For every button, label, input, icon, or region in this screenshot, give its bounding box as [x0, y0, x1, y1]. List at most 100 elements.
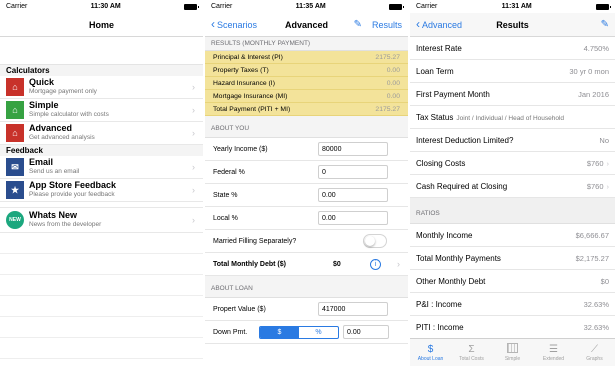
- local-input[interactable]: [318, 211, 388, 225]
- chevron-right-icon: ›: [192, 82, 195, 92]
- back-button[interactable]: ‹ Advanced: [416, 17, 462, 31]
- loan-term-row: Loan Term 30 yr 0 mon: [410, 60, 615, 83]
- about-loan-header: ABOUT LOAN: [205, 276, 408, 298]
- menu-item-quick[interactable]: ⌂ Quick Mortgage payment only ›: [0, 76, 203, 99]
- about-you-header: ABOUT YOU: [205, 116, 408, 138]
- interest-rate-row: Interest Rate 4.750%: [410, 37, 615, 60]
- nav-bar: Home: [0, 13, 203, 37]
- down-payment-unit-segment: $ %: [259, 325, 339, 339]
- menu-item-whats-new[interactable]: NEW Whats New News from the developer ›: [0, 208, 203, 233]
- chevron-right-icon: ›: [192, 162, 195, 172]
- menu-item-simple[interactable]: ⌂ Simple Simple calculator with costs ›: [0, 99, 203, 122]
- status-bar: Carrier 11:30 AM: [0, 0, 203, 13]
- property-value-input[interactable]: [318, 302, 388, 316]
- first-payment-row: First Payment Month Jan 2016: [410, 83, 615, 106]
- yearly-income-row: Yearly Income ($): [205, 138, 408, 161]
- married-row: Married Filling Separately?: [205, 230, 408, 253]
- federal-input[interactable]: [318, 165, 388, 179]
- chevron-right-icon: ›: [192, 185, 195, 195]
- back-button[interactable]: ‹ Scenarios: [211, 17, 257, 31]
- total-debt-value: $0: [333, 260, 341, 268]
- menu-item-advanced[interactable]: ⌂ Advanced Get advanced analysis ›: [0, 122, 203, 145]
- married-toggle[interactable]: [363, 234, 387, 248]
- chevron-right-icon: ›: [192, 215, 195, 225]
- status-bar: Carrier 11:31 AM: [410, 0, 615, 13]
- dollar-segment[interactable]: $: [260, 326, 299, 338]
- result-row: Principal & Interest (PI) 2175.27: [205, 51, 408, 64]
- menu-item-app-store-feedback[interactable]: ★ App Store Feedback Please provide your …: [0, 179, 203, 202]
- clock: 11:35 AM: [295, 3, 326, 10]
- nav-bar: ‹ Advanced Results ✎: [410, 13, 615, 37]
- other-monthly-debt-row: Other Monthly Debt $0: [410, 270, 615, 293]
- tab-total-costs[interactable]: Σ Total Costs: [451, 339, 492, 366]
- closing-costs-row[interactable]: Closing Costs $760 ›: [410, 152, 615, 175]
- chevron-right-icon: ›: [192, 128, 195, 138]
- clock: 11:31 AM: [501, 3, 532, 10]
- state-row: State %: [205, 184, 408, 207]
- tab-extended[interactable]: ☰ Extended: [533, 339, 574, 366]
- chevron-right-icon: ›: [606, 181, 610, 191]
- new-badge-icon: NEW: [6, 211, 24, 229]
- status-bar: Carrier 11:35 AM: [205, 0, 408, 13]
- chart-icon: ⟋: [591, 344, 598, 355]
- battery-icon: [595, 3, 611, 10]
- carrier-label: Carrier: [416, 3, 438, 10]
- result-row: Total Payment (PITI + MI) 2175.27: [205, 103, 408, 116]
- feedback-header: Feedback: [0, 145, 203, 156]
- result-row: Hazard Insurance (I) 0.00: [205, 77, 408, 90]
- interest-deduction-row: Interest Deduction Limited? No: [410, 129, 615, 152]
- monthly-income-row: Monthly Income $6,666.67: [410, 224, 615, 247]
- advanced-screen: Carrier 11:35 AM ‹ Scenarios Advanced ✎ R…: [203, 0, 408, 366]
- house-icon: ⌂: [6, 78, 24, 96]
- chevron-left-icon: ‹: [416, 17, 420, 31]
- yearly-income-input[interactable]: [318, 142, 388, 156]
- battery-icon: [388, 3, 404, 10]
- federal-row: Federal %: [205, 161, 408, 184]
- local-row: Local %: [205, 207, 408, 230]
- page-title: Home: [88, 19, 114, 30]
- property-value-row: Propert Value ($): [205, 298, 408, 321]
- home-screen: Carrier 11:30 AM Home Calculators ⌂ Quic…: [0, 0, 203, 366]
- tab-simple[interactable]: Simple: [492, 339, 533, 366]
- battery-icon: [183, 3, 199, 10]
- grid-icon: [507, 343, 518, 353]
- result-row: Mortgage Insurance (MI) 0.00: [205, 90, 408, 103]
- chevron-left-icon: ‹: [211, 17, 215, 31]
- tab-about-loan[interactable]: $ About Loan: [410, 339, 451, 366]
- results-screen: Carrier 11:31 AM ‹ Advanced Results ✎ Int…: [408, 0, 615, 366]
- results-header: RESULTS (MONTHLY PAYMENT): [205, 37, 408, 51]
- edit-icon[interactable]: ✎: [601, 19, 609, 30]
- ratios-header: RATIOS: [410, 198, 615, 224]
- star-icon: ★: [6, 181, 24, 199]
- down-payment-row: Down Pmt. $ %: [205, 321, 408, 344]
- cash-required-row[interactable]: Cash Required at Closing $760 ›: [410, 175, 615, 198]
- envelope-icon: ✉: [6, 158, 24, 176]
- nav-bar: ‹ Scenarios Advanced ✎ Results: [205, 13, 408, 37]
- carrier-label: Carrier: [6, 3, 28, 10]
- sigma-icon: Σ: [468, 344, 475, 355]
- menu-item-email[interactable]: ✉ Email Send us an email ›: [0, 156, 203, 179]
- chevron-right-icon: ›: [397, 259, 400, 269]
- clock: 11:30 AM: [90, 3, 121, 10]
- results-button[interactable]: Results: [372, 20, 402, 30]
- list-icon: ☰: [549, 344, 558, 355]
- tab-graphs[interactable]: ⟋ Graphs: [574, 339, 615, 366]
- percent-segment[interactable]: %: [299, 327, 338, 338]
- chevron-right-icon: ›: [192, 105, 195, 115]
- tax-status-row: Tax Status Joint / Individual / Head of H…: [410, 106, 615, 129]
- dollar-icon: $: [427, 344, 434, 355]
- chevron-right-icon: ›: [606, 158, 610, 168]
- tab-bar: $ About Loan Σ Total Costs Simple ☰ Extende…: [410, 338, 615, 366]
- state-input[interactable]: [318, 188, 388, 202]
- total-debt-row[interactable]: Total Monthly Debt ($) $0 i ›: [205, 253, 408, 276]
- piti-income-row: PITI : Income 32.63%: [410, 316, 615, 339]
- edit-icon[interactable]: ✎: [354, 19, 362, 30]
- house-icon: ⌂: [6, 124, 24, 142]
- carrier-label: Carrier: [211, 3, 233, 10]
- total-monthly-payments-row: Total Monthly Payments $2,175.27: [410, 247, 615, 270]
- result-row: Property Taxes (T) 0.00: [205, 64, 408, 77]
- calculators-header: Calculators: [0, 65, 203, 76]
- info-icon[interactable]: i: [370, 258, 381, 270]
- pi-income-row: P&I : Income 32.63%: [410, 293, 615, 316]
- down-payment-input[interactable]: [343, 325, 389, 339]
